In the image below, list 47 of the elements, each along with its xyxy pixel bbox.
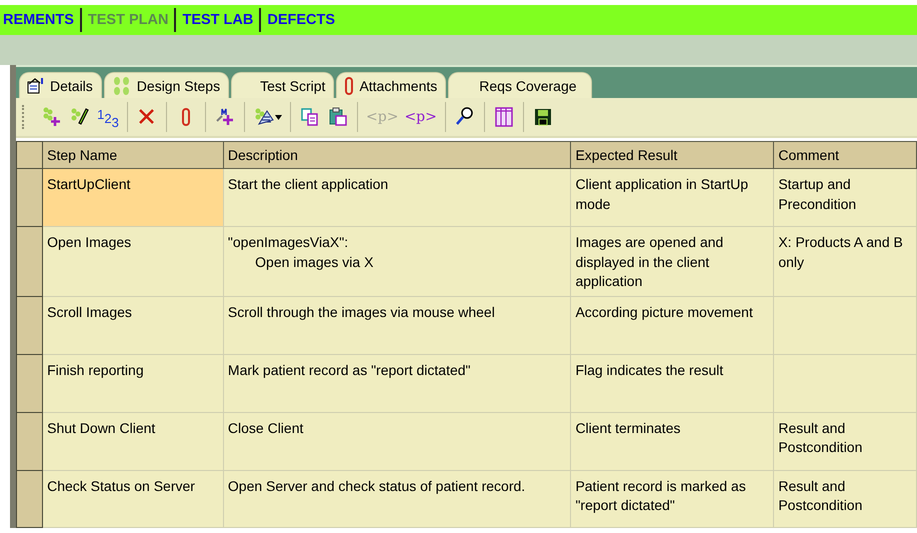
tab[interactable]: Test Script [231, 72, 334, 98]
tab[interactable]: Details [19, 72, 102, 98]
tab[interactable]: Reqs Coverage [448, 72, 592, 98]
add-step-icon[interactable] [41, 105, 63, 129]
table-cell: Result and Postcondition [774, 470, 916, 527]
table-cell: Scroll through the images via mouse wheel [223, 296, 571, 354]
table-cell: Client application in StartUp mode [570, 168, 774, 226]
module-tab[interactable]: TEST LAB [176, 8, 262, 32]
table-cell: Open Server and check status of patient record. [223, 470, 571, 527]
table-cell: Result and Postcondition [774, 412, 916, 470]
table-cell: Scroll Images [42, 296, 224, 354]
renumber-button[interactable]: 123 [97, 105, 119, 129]
table-cell: Shut Down Client [42, 412, 224, 470]
table-cell: Flag indicates the result [570, 354, 774, 412]
table-cell: Check Status on Server [42, 470, 224, 527]
table-cell: Start the client application [223, 168, 571, 226]
column-header[interactable]: Expected Result [570, 142, 774, 168]
table-cell: "openImagesViaX": Open images via X [223, 226, 571, 296]
column-header[interactable]: Comment [774, 142, 916, 168]
column-header[interactable]: Description [223, 142, 571, 168]
table-cell: Open Images [42, 226, 224, 296]
columns-icon[interactable] [492, 105, 515, 129]
parameter-button[interactable]: <p> [404, 105, 437, 129]
paste-icon[interactable] [327, 105, 349, 129]
tab[interactable]: Design Steps [104, 72, 230, 98]
module-tab[interactable]: REMENTS [0, 8, 82, 32]
row-header[interactable] [16, 296, 43, 354]
details-icon [26, 76, 46, 94]
row-header[interactable] [16, 226, 43, 296]
row-header[interactable] [16, 354, 43, 412]
table-cell: Patient record is marked as "report dictated" [570, 470, 774, 527]
table-cell: Client terminates [570, 412, 774, 470]
table-cell: According picture movement [570, 296, 774, 354]
column-header[interactable]: Step Name [42, 142, 224, 168]
table-cell: Images are opened and displayed in the client application [570, 226, 774, 296]
table-cell: Close Client [223, 412, 571, 470]
paperclip-icon [343, 76, 356, 96]
table-cell: StartUpClient [42, 168, 224, 226]
row-header[interactable] [16, 412, 43, 470]
table-cell: Startup and Precondition [774, 168, 916, 226]
tab[interactable]: Attachments [336, 72, 446, 98]
module-tab[interactable]: DEFECTS [261, 8, 342, 32]
table-cell: Finish reporting [42, 354, 224, 412]
table-cell: X: Products A and B only [774, 226, 916, 296]
row-header[interactable] [16, 470, 43, 527]
row-header[interactable] [16, 168, 43, 226]
table-cell: Mark patient record as "report dictated" [223, 354, 571, 412]
